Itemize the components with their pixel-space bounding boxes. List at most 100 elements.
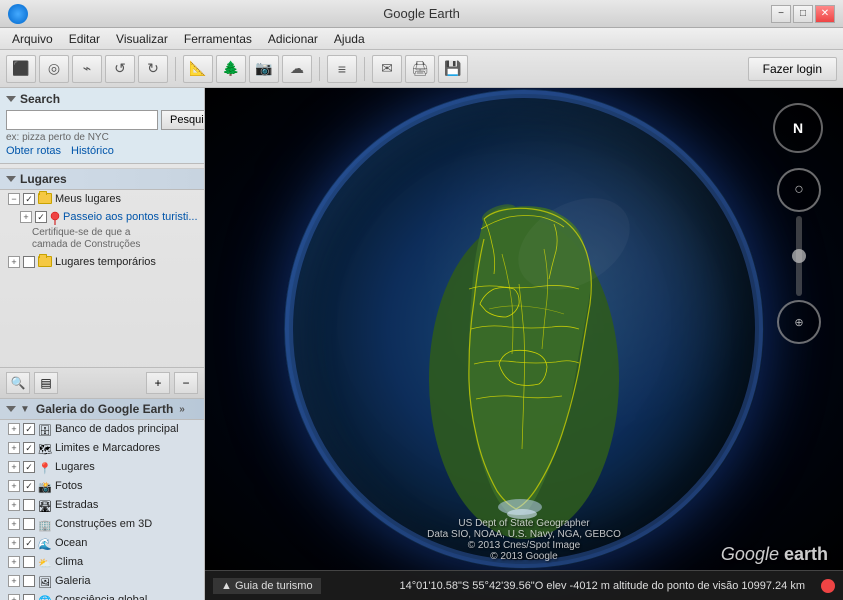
toolbar: ⬛ ◎ ⌁ ↺ ↻ 📐 🌲 📷 ☁ ≡ ✉ 🖨 💾 Fazer login [0,50,843,88]
gallery-expand-0[interactable]: + [8,423,20,435]
gallery-icon-3: 📸 [38,480,52,494]
north-label: N [793,120,803,136]
gallery-checkbox-1[interactable] [23,442,35,454]
toolbar-satellite[interactable]: ◎ [39,55,69,83]
places-remove-btn[interactable]: − [174,372,198,394]
gallery-checkbox-5[interactable] [23,518,35,530]
minimize-button[interactable]: − [771,5,791,23]
gallery-icon-0: 🗄 [38,423,52,437]
toolbar-print[interactable]: 🖨 [405,55,435,83]
gallery-item-8[interactable]: +🖼Galeria [0,572,204,591]
toolbar-tree[interactable]: 🌲 [216,55,246,83]
gallery-item-4[interactable]: +🛣Estradas [0,496,204,515]
expand-meus-lugares[interactable]: − [8,193,20,205]
gallery-section: ▼ Galeria do Google Earth » +🗄Banco de d… [0,398,204,600]
gallery-expand-8[interactable]: + [8,575,20,587]
search-input[interactable] [6,110,158,130]
map-area[interactable]: N ○ ⊕ US Dept of State Geographer Data S… [205,88,843,600]
gallery-label-3: Fotos [55,479,83,493]
guide-button[interactable]: ▲ Guia de turismo [213,578,321,594]
toolbar-rotate-left[interactable]: ↺ [105,55,135,83]
history-link[interactable]: Histórico [71,145,114,157]
gallery-checkbox-6[interactable] [23,537,35,549]
gallery-checkbox-3[interactable] [23,480,35,492]
earth-svg [284,89,764,569]
gallery-expand-9[interactable]: + [8,594,20,600]
map-attribution: US Dept of State Geographer Data SIO, NO… [427,518,621,562]
gallery-checkbox-9[interactable] [23,594,35,600]
gallery-label-2: Lugares [55,460,95,474]
expand-passeio[interactable]: + [20,211,32,223]
get-routes-link[interactable]: Obter rotas [6,145,61,157]
search-button[interactable]: Pesquisar [161,110,205,130]
menu-ajuda[interactable]: Ajuda [326,30,373,48]
menu-ferramentas[interactable]: Ferramentas [176,30,260,48]
checkbox-meus-lugares[interactable] [23,193,35,205]
gallery-checkbox-0[interactable] [23,423,35,435]
gallery-expand-1[interactable]: + [8,442,20,454]
gallery-item-3[interactable]: + 📸Fotos [0,477,204,496]
folder-icon-meus-lugares [38,193,52,204]
gallery-checkbox-2[interactable] [23,461,35,473]
places-search-btn[interactable]: 🔍 [6,372,30,394]
label-lugares-temp: Lugares temporários [55,255,156,269]
tree-item-passeio[interactable]: + Passeio aos pontos turisti... [0,208,204,227]
tree-item-lugares-temp[interactable]: + Lugares temporários [0,253,204,271]
gallery-expand-6[interactable]: + [8,537,20,549]
toolbar-layers[interactable]: ≡ [327,55,357,83]
toolbar-save[interactable]: 💾 [438,55,468,83]
maximize-button[interactable]: □ [793,5,813,23]
pin-icon-passeio [50,211,60,225]
zoom-bottom-control[interactable]: ⊕ [777,300,821,344]
gallery-checkbox-4[interactable] [23,499,35,511]
gallery-expand-7[interactable]: + [8,556,20,568]
toolbar-cloud[interactable]: ☁ [282,55,312,83]
zoom-bar [796,216,802,296]
zoom-control: ○ ⊕ [777,168,821,344]
gallery-expand-4[interactable]: + [8,499,20,511]
gallery-expand-icon [6,406,16,412]
gallery-checkbox-8[interactable] [23,575,35,587]
gallery-tree: +🗄Banco de dados principal+🗺Limites e Ma… [0,420,204,600]
toolbar-mail[interactable]: ✉ [372,55,402,83]
menu-adicionar[interactable]: Adicionar [260,30,326,48]
statusbar: ▲ Guia de turismo 14°01'10.58"S 55°42'39… [205,570,843,600]
gallery-title: Galeria do Google Earth [36,402,173,416]
places-add-btn[interactable]: + [146,372,170,394]
places-list-btn[interactable]: ▤ [34,372,58,394]
gallery-header: ▼ Galeria do Google Earth » [0,399,204,420]
gallery-expand-5[interactable]: + [8,518,20,530]
gallery-expand-3[interactable]: + [8,480,20,492]
gallery-expand-2[interactable]: + [8,461,20,473]
toolbar-ruler[interactable]: 📐 [183,55,213,83]
gallery-item-1[interactable]: +🗺Limites e Marcadores [0,439,204,458]
menu-arquivo[interactable]: Arquivo [4,30,61,48]
login-button[interactable]: Fazer login [748,57,837,81]
gallery-item-0[interactable]: +🗄Banco de dados principal [0,420,204,439]
close-button[interactable]: ✕ [815,5,835,23]
places-title: Lugares [20,172,67,186]
menu-visualizar[interactable]: Visualizar [108,30,176,48]
gallery-checkbox-7[interactable] [23,556,35,568]
places-toolbar: 🔍 ▤ + − [0,367,204,398]
gallery-item-9[interactable]: +🌐Consciência global [0,591,204,600]
earth-globe [284,89,764,569]
toolbar-photo[interactable]: 📷 [249,55,279,83]
gallery-icon-7: ⛅ [38,556,52,570]
search-section: Search Pesquisar ex: pizza perto de NYC … [0,88,204,164]
gallery-item-7[interactable]: +⛅Clima [0,553,204,572]
zoom-handle[interactable] [792,249,806,263]
gallery-item-5[interactable]: +🏢Construções em 3D [0,515,204,534]
gallery-icon-9: 🌐 [38,594,52,600]
tree-item-meus-lugares[interactable]: − Meus lugares [0,190,204,208]
toolbar-map-view[interactable]: ⬛ [6,55,36,83]
expand-lugares-temp[interactable]: + [8,256,20,268]
gallery-item-2[interactable]: +📍Lugares [0,458,204,477]
toolbar-tilt[interactable]: ⌁ [72,55,102,83]
gallery-item-6[interactable]: +🌊Ocean [0,534,204,553]
menu-editar[interactable]: Editar [61,30,108,48]
toolbar-rotate-right[interactable]: ↻ [138,55,168,83]
checkbox-lugares-temp[interactable] [23,256,35,268]
zoom-top-control[interactable]: ○ [777,168,821,212]
checkbox-passeio[interactable] [35,211,47,223]
